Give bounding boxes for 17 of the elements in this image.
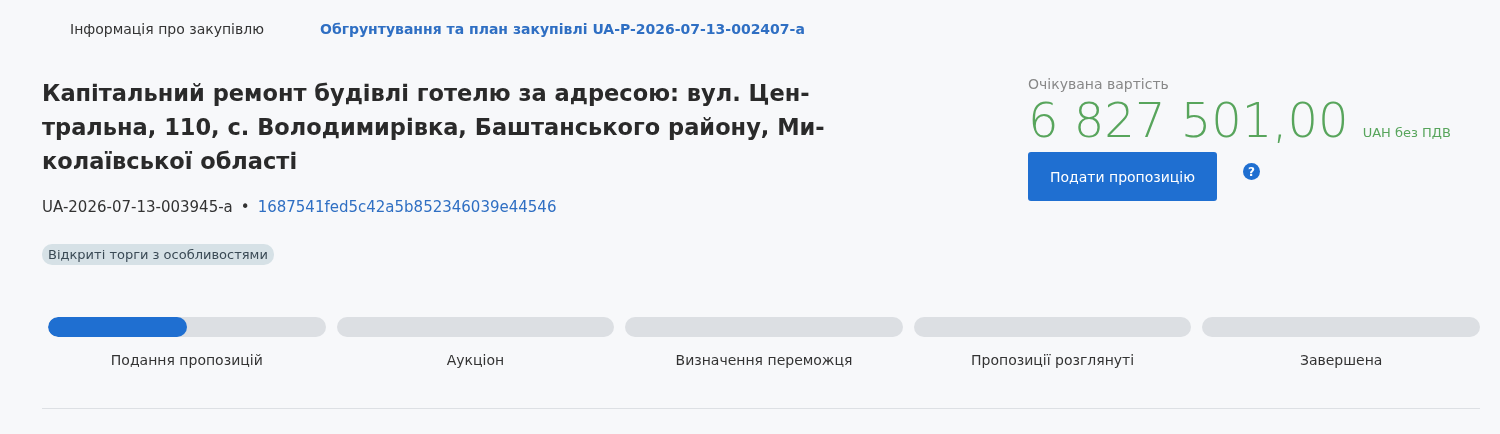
nav-link[interactable]: Інформація про закупівлю	[70, 21, 264, 37]
separator: •	[240, 198, 250, 216]
tender-id: UA-2026-07-13-003945-a	[42, 198, 233, 216]
stage-label: Пропозиції розглянуті	[971, 352, 1135, 368]
help-icon[interactable]: ?	[1243, 163, 1260, 180]
stage-label: Завершена	[1299, 352, 1383, 368]
stage-label: Визначення переможця	[675, 352, 853, 368]
nav-link[interactable]: Обгрунтування та план закупівлі UA-P-2026-07-13-002407-a	[320, 21, 805, 37]
value-label: Очікувана вартість	[1028, 76, 1170, 92]
value-amount: 6 827 501,00	[1028, 94, 1349, 146]
stage-label: Аукціон	[446, 352, 505, 368]
currency-label: UAH без ПДВ	[1362, 125, 1451, 140]
hash-link[interactable]: 1687541fed5c42a5b852346039e44546	[257, 198, 557, 216]
procedure-tag: Відкриті торги з особливостями	[42, 244, 274, 265]
tender-title: Капітальний ремонт будівлі готелю за адресою: вул. Цен- тральна, 110, с. Володимирівка, Баштанського району, Ми- колаївської області	[42, 79, 825, 176]
stage-label: Подання пропозицій	[110, 352, 263, 368]
submit-button[interactable]: Подати пропозицію	[1028, 152, 1217, 201]
